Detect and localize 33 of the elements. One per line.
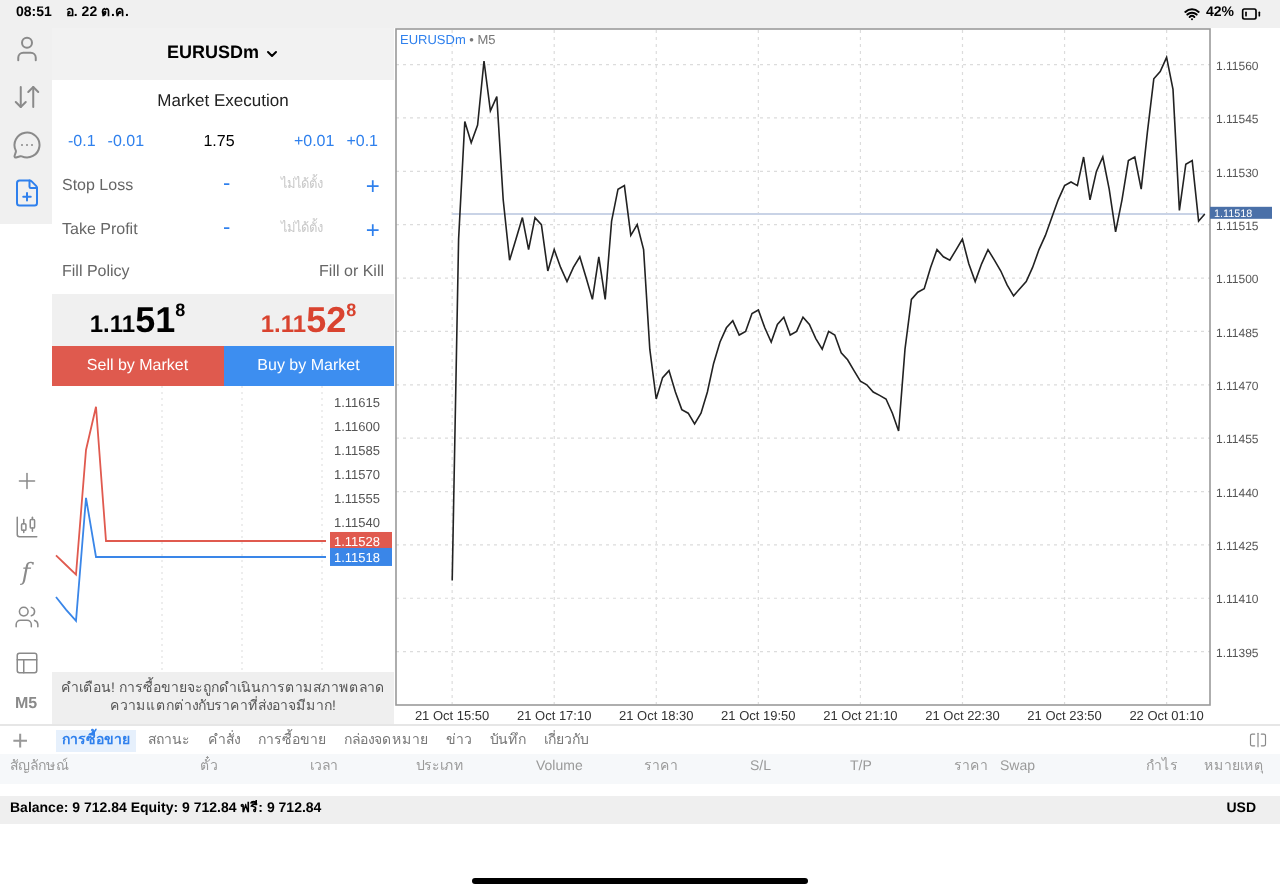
fill-policy-value[interactable]: Fill or Kill [319, 260, 384, 284]
increase-button[interactable]: + [361, 167, 384, 203]
wifi-icon [1183, 6, 1200, 22]
volume-step-button[interactable]: +0.1 [340, 130, 384, 154]
volume-step-button[interactable]: -0.01 [101, 130, 151, 154]
add-button[interactable]: + [12, 726, 29, 754]
decrease-button[interactable]: - [211, 212, 242, 246]
chat-icon[interactable] [11, 130, 41, 160]
volume-step-button[interactable]: -0.1 [62, 130, 102, 154]
symbol-header[interactable]: EURUSDm [52, 28, 394, 80]
volume-field[interactable]: 1.75 [150, 130, 288, 154]
document-plus-icon[interactable] [11, 178, 41, 208]
crosshair-icon[interactable] [13, 468, 39, 494]
symbol-title: EURUSDm [166, 40, 259, 67]
decrease-button[interactable]: - [211, 168, 242, 202]
panels-icon[interactable] [1248, 730, 1268, 750]
battery-icon [1238, 4, 1264, 24]
buy-button[interactable]: Buy by Market [223, 346, 394, 386]
execution-title: Market Execution [155, 87, 291, 114]
candlestick-icon[interactable] [13, 514, 39, 540]
user-icon[interactable] [11, 34, 41, 64]
sell-button[interactable]: Sell by Market [52, 346, 223, 386]
panels-icon[interactable] [13, 650, 39, 676]
caret-icon [263, 46, 279, 62]
tool-label[interactable]: f [21, 560, 31, 584]
users-icon[interactable] [13, 604, 39, 630]
field-label: Fill Policy [62, 260, 130, 284]
field-label: Stop Loss [62, 173, 136, 197]
volume-step-button[interactable]: +0.01 [287, 130, 341, 154]
tool-label[interactable]: M5 [14, 696, 38, 712]
arrows-icon[interactable] [11, 82, 41, 112]
increase-button[interactable]: + [361, 211, 384, 247]
field-label: Take Profit [62, 217, 140, 241]
